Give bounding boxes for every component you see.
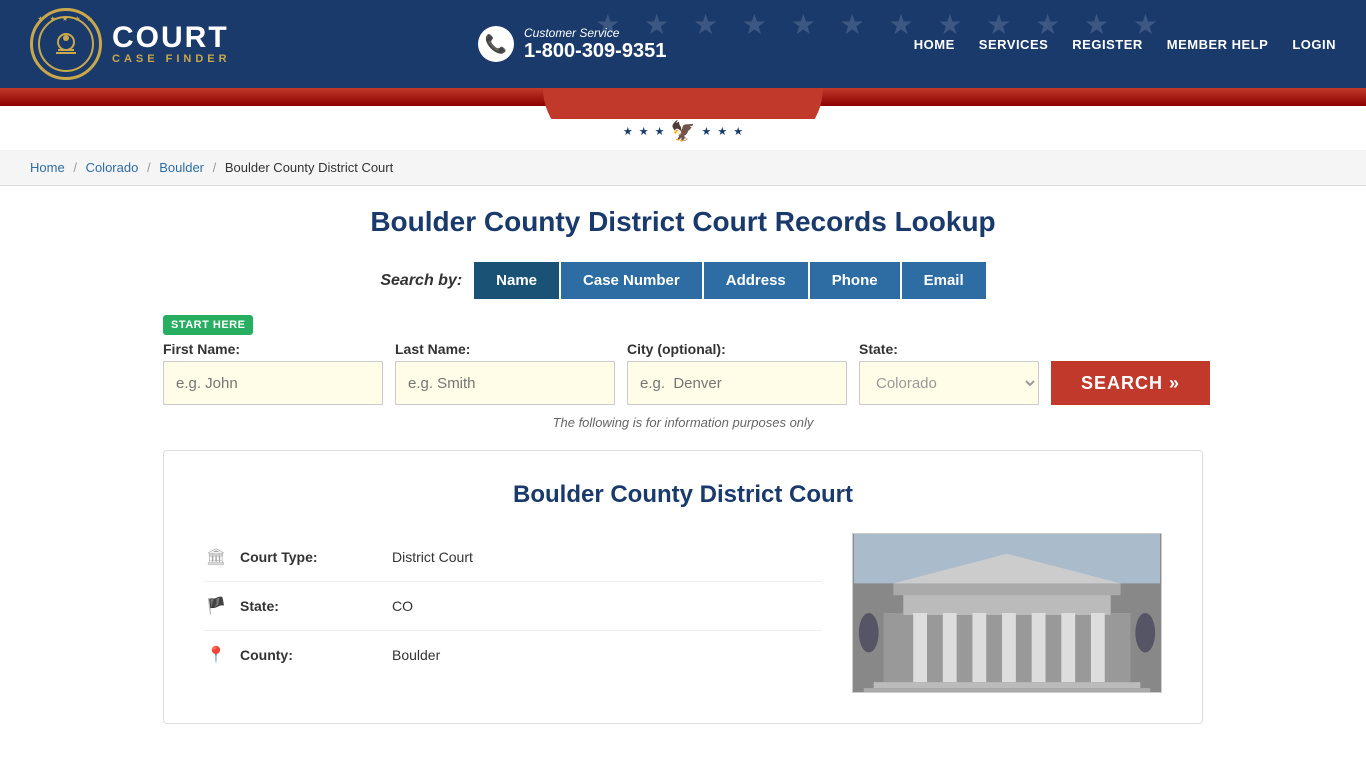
tab-email[interactable]: Email [902,262,986,299]
state-label: State: [859,341,1039,357]
search-form-area: START HERE First Name: Last Name: City (… [163,315,1203,405]
last-name-input[interactable] [395,361,615,405]
site-header: ★ ★ ★ ★ ★ COURT CASE FINDER 📞 Customer S… [0,0,1366,88]
breadcrumb-colorado[interactable]: Colorado [86,160,139,175]
court-info-left: 🏛 Court Type: District Court 🏴 State: CO… [204,533,822,693]
phone-area: 📞 Customer Service 1-800-309-9351 [478,26,666,63]
city-label: City (optional): [627,341,847,357]
building-icon: 🏛 [204,547,228,567]
breadcrumb-sep-1: / [73,160,77,175]
star-left-1: ★ [623,125,633,138]
breadcrumb-home[interactable]: Home [30,160,65,175]
court-info-body: 🏛 Court Type: District Court 🏴 State: CO… [204,533,1162,693]
state-group: State: Colorado Alabama Alaska Arizona C… [859,341,1039,405]
star-right-2: ★ [717,125,727,138]
search-button[interactable]: SEARCH » [1051,361,1210,405]
logo-stars: ★ ★ ★ ★ ★ [33,15,99,23]
phone-icon: 📞 [478,26,514,62]
logo-court-label: COURT [112,23,231,53]
tab-name[interactable]: Name [474,262,559,299]
nav-register[interactable]: REGISTER [1072,37,1142,52]
phone-number[interactable]: 1-800-309-9351 [524,40,666,63]
star-left-2: ★ [639,125,649,138]
state-select[interactable]: Colorado Alabama Alaska Arizona Californ… [859,361,1039,405]
logo-circle: ★ ★ ★ ★ ★ [30,8,102,80]
state-value: CO [392,598,413,614]
county-row: 📍 County: Boulder [204,631,822,679]
tab-phone[interactable]: Phone [810,262,900,299]
tab-case-number[interactable]: Case Number [561,262,702,299]
breadcrumb-bar: Home / Colorado / Boulder / Boulder Coun… [0,150,1366,186]
search-form-row: First Name: Last Name: City (optional): … [163,341,1203,405]
breadcrumb-sep-2: / [147,160,151,175]
flag-icon: 🏴 [204,596,228,616]
pin-icon: 📍 [204,645,228,665]
search-by-row: Search by: Name Case Number Address Phon… [163,262,1203,299]
county-key: County: [240,647,380,663]
phone-info: Customer Service 1-800-309-9351 [524,26,666,63]
eagle-stars-row: ★ ★ ★ 🦅 ★ ★ ★ [623,119,743,144]
main-content: Boulder County District Court Records Lo… [133,186,1233,744]
nav-home[interactable]: HOME [914,37,955,52]
first-name-label: First Name: [163,341,383,357]
first-name-group: First Name: [163,341,383,405]
court-type-key: Court Type: [240,549,380,565]
county-value: Boulder [392,647,440,663]
start-here-badge: START HERE [163,315,253,335]
logo-area: ★ ★ ★ ★ ★ COURT CASE FINDER [30,8,231,80]
breadcrumb-boulder[interactable]: Boulder [159,160,204,175]
city-group: City (optional): [627,341,847,405]
star-right-1: ★ [701,125,711,138]
tab-address[interactable]: Address [704,262,808,299]
state-row: 🏴 State: CO [204,582,822,631]
breadcrumb-sep-3: / [213,160,217,175]
info-note: The following is for information purpose… [163,415,1203,430]
main-nav: HOME SERVICES REGISTER MEMBER HELP LOGIN [914,37,1336,52]
court-info-box: Boulder County District Court 🏛 Court Ty… [163,450,1203,724]
last-name-label: Last Name: [395,341,615,357]
phone-label: Customer Service [524,26,666,40]
last-name-group: Last Name: [395,341,615,405]
nav-services[interactable]: SERVICES [979,37,1049,52]
star-right-3: ★ [733,125,743,138]
nav-member-help[interactable]: MEMBER HELP [1167,37,1269,52]
logo-text: COURT CASE FINDER [112,23,231,65]
court-image [852,533,1162,693]
star-left-3: ★ [655,125,665,138]
breadcrumb-current: Boulder County District Court [225,160,393,175]
logo-case-finder-label: CASE FINDER [112,53,231,65]
page-title: Boulder County District Court Records Lo… [163,206,1203,238]
eagle-icon: 🦅 [671,119,696,144]
logo-inner [38,16,94,72]
court-type-row: 🏛 Court Type: District Court [204,533,822,582]
search-by-label: Search by: [380,272,462,290]
court-type-value: District Court [392,549,473,565]
court-info-title: Boulder County District Court [204,481,1162,509]
eagle-ribbon: ★ ★ ★ 🦅 ★ ★ ★ [543,88,823,150]
first-name-input[interactable] [163,361,383,405]
city-input[interactable] [627,361,847,405]
nav-login[interactable]: LOGIN [1292,37,1336,52]
eagle-area: ★ ★ ★ 🦅 ★ ★ ★ [0,106,1366,150]
state-key: State: [240,598,380,614]
